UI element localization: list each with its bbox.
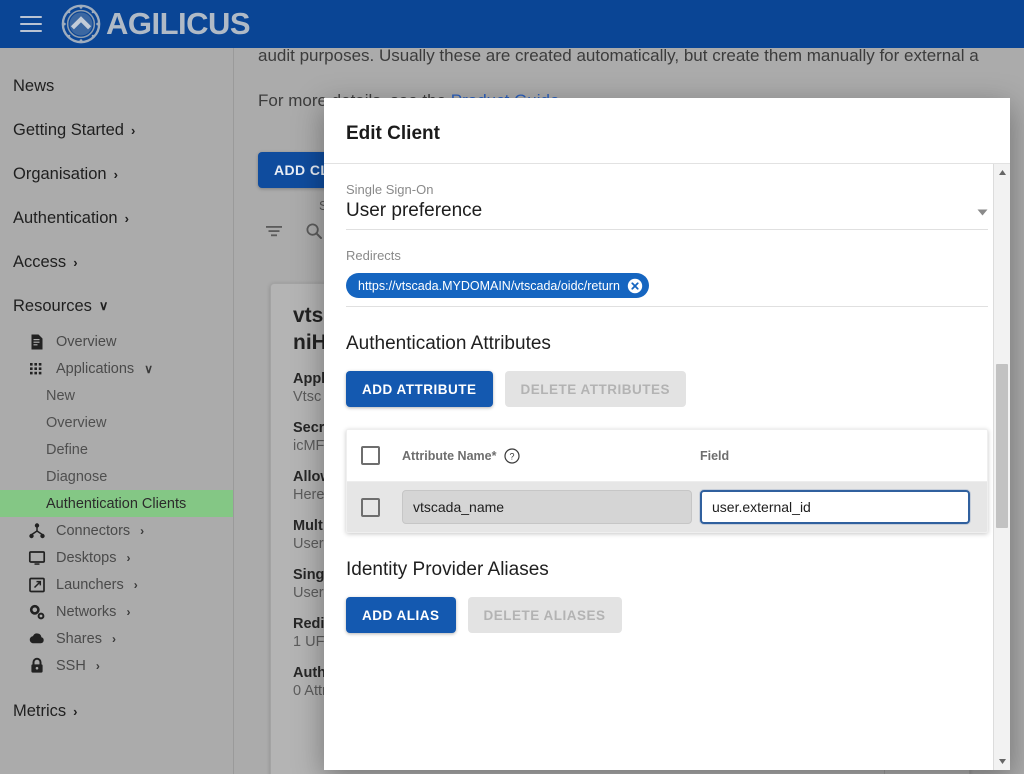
sso-field: Single Sign-On User preference xyxy=(346,164,988,230)
cell-field xyxy=(700,490,970,524)
delete-attributes-button[interactable]: DELETE ATTRIBUTES xyxy=(505,371,687,407)
add-attribute-button[interactable]: ADD ATTRIBUTE xyxy=(346,371,493,407)
scroll-down-icon[interactable] xyxy=(997,756,1008,767)
redirects-chip-list: https://vtscada.MYDOMAIN/vtscada/oidc/re… xyxy=(346,267,988,307)
select-all-checkbox[interactable] xyxy=(361,446,380,465)
auth-attributes-heading: Authentication Attributes xyxy=(346,333,988,355)
chip-close-icon[interactable] xyxy=(627,278,643,294)
edit-client-dialog: Edit Client Single Sign-On User preferen… xyxy=(324,98,1010,770)
header-cell-attribute-name: Attribute Name* ? xyxy=(402,448,692,464)
redirect-chip-label: https://vtscada.MYDOMAIN/vtscada/oidc/re… xyxy=(358,279,620,293)
dialog-scrollbar[interactable] xyxy=(993,164,1010,770)
table-row xyxy=(347,482,987,532)
scrollbar-thumb[interactable] xyxy=(996,364,1008,528)
svg-text:?: ? xyxy=(510,451,515,461)
table-header-row: Attribute Name* ? Field xyxy=(347,430,987,482)
redirects-label: Redirects xyxy=(346,248,988,263)
app-root: AGILICUS News Getting Started › Organisa… xyxy=(0,0,1024,774)
column-header-label: Attribute Name* xyxy=(402,449,496,463)
dialog-title: Edit Client xyxy=(324,98,1010,163)
idp-aliases-heading: Identity Provider Aliases xyxy=(346,559,988,581)
redirects-field: Redirects https://vtscada.MYDOMAIN/vtsca… xyxy=(346,230,988,307)
field-input[interactable] xyxy=(700,490,970,524)
dialog-body: Single Sign-On User preference Redirects… xyxy=(324,163,1010,770)
attribute-name-input[interactable] xyxy=(402,490,692,524)
help-circle-icon[interactable]: ? xyxy=(504,448,520,464)
scroll-up-icon[interactable] xyxy=(997,167,1008,178)
sso-select[interactable]: User preference xyxy=(346,200,988,230)
auth-attributes-actions: ADD ATTRIBUTE DELETE ATTRIBUTES xyxy=(346,371,988,407)
delete-aliases-button[interactable]: DELETE ALIASES xyxy=(468,597,622,633)
chevron-down-icon xyxy=(977,209,988,216)
cell-attribute-name xyxy=(402,490,692,524)
column-header-label: Field xyxy=(700,449,729,463)
redirect-chip[interactable]: https://vtscada.MYDOMAIN/vtscada/oidc/re… xyxy=(346,273,649,298)
idp-aliases-actions: ADD ALIAS DELETE ALIASES xyxy=(346,597,988,633)
sso-selected-value: User preference xyxy=(346,200,482,222)
header-cell-field: Field xyxy=(700,447,970,465)
row-select-checkbox[interactable] xyxy=(361,498,380,517)
add-alias-button[interactable]: ADD ALIAS xyxy=(346,597,456,633)
attributes-table: Attribute Name* ? Field xyxy=(346,429,988,533)
sso-label: Single Sign-On xyxy=(346,182,988,197)
